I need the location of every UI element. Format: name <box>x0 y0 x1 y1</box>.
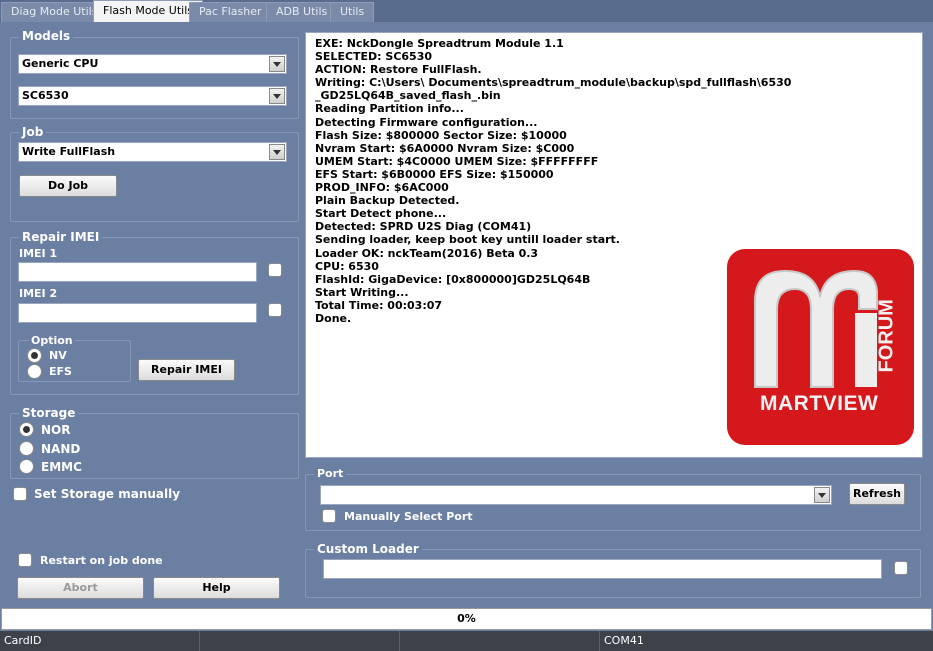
restart-on-job-done-label: Restart on job done <box>40 554 163 567</box>
chevron-down-icon[interactable] <box>269 144 285 160</box>
tab-diag-mode-utils[interactable]: Diag Mode Utils <box>1 2 108 22</box>
log-line: Detected: SPRD U2S Diag (COM41) <box>315 220 532 234</box>
storage-title: Storage <box>19 406 79 420</box>
tab-utils[interactable]: Utils <box>330 2 375 22</box>
status-port: COM41 <box>604 634 644 647</box>
status-bar: CardID COM41 <box>0 631 933 651</box>
log-line: UMEM Start: $4C0000 UMEM Size: $FFFFFFFF <box>315 154 599 168</box>
imei1-label: IMEI 1 <box>19 247 58 260</box>
log-line: EXE: NckDongle Spreadtrum Module 1.1 <box>315 37 564 50</box>
imei2-label: IMEI 2 <box>19 287 58 300</box>
status-card-id: CardID <box>0 631 200 651</box>
cpu-select-value: Generic CPU <box>22 57 99 70</box>
help-button[interactable]: Help <box>153 577 280 599</box>
refresh-button[interactable]: Refresh <box>849 483 905 505</box>
do-job-button[interactable]: Do Job <box>19 175 117 197</box>
log-line: SELECTED: SC6530 <box>315 50 433 64</box>
chevron-down-icon[interactable] <box>269 56 285 72</box>
status-empty-cell <box>200 631 400 651</box>
option-nv-radio[interactable] <box>27 348 42 363</box>
models-group <box>10 37 299 119</box>
repair-imei-title: Repair IMEI <box>19 230 103 244</box>
status-empty-cell <box>400 631 600 651</box>
models-title: Models <box>19 29 74 43</box>
progress-bar: 0% <box>1 608 932 630</box>
manually-select-port-checkbox[interactable] <box>322 509 336 523</box>
imei2-input[interactable] <box>18 303 257 323</box>
job-select-value: Write FullFlash <box>22 145 116 158</box>
log-line: Plain Backup Detected. <box>315 194 460 208</box>
log-line: Writing: C:\Users\ Documents\spreadtrum_… <box>315 76 792 90</box>
option-efs-label: EFS <box>49 365 72 378</box>
custom-loader-checkbox[interactable] <box>894 561 908 575</box>
tab-adb-utils[interactable]: ADB Utils <box>266 2 338 22</box>
storage-nor-radio[interactable] <box>19 422 34 437</box>
logo-brand-text: MARTVIEW <box>760 392 879 415</box>
storage-nand-radio[interactable] <box>19 441 34 456</box>
log-line: Flash Size: $800000 Sector Size: $10000 <box>315 128 567 142</box>
storage-emmc-label: EMMC <box>41 460 82 474</box>
imei1-checkbox[interactable] <box>268 263 282 277</box>
model-select[interactable]: SC6530 <box>18 86 287 106</box>
log-line: Reading Partition info... <box>315 102 464 116</box>
option-title: Option <box>29 334 75 347</box>
tab-bar: Diag Mode Utils Flash Mode Utils Pac Fla… <box>0 0 933 22</box>
log-line: Sending loader, keep boot key untill loa… <box>315 233 620 247</box>
progress-text: 0% <box>457 612 476 625</box>
log-line: _GD25LQ64B_saved_flash_.bin <box>315 89 501 103</box>
set-storage-manually-label: Set Storage manually <box>34 487 181 501</box>
log-line: ACTION: Restore FullFlash. <box>315 63 482 77</box>
custom-loader-input[interactable] <box>323 559 882 579</box>
log-line: Start Detect phone... <box>315 207 447 221</box>
log-line: Nvram Start: $6A0000 Nvram Size: $C000 <box>315 141 575 155</box>
imei2-checkbox[interactable] <box>268 303 282 317</box>
job-title: Job <box>19 125 47 139</box>
chevron-down-icon[interactable] <box>814 487 830 503</box>
cpu-select[interactable]: Generic CPU <box>18 54 287 74</box>
port-select[interactable] <box>320 485 832 505</box>
log-line: PROD_INFO: $6AC000 <box>315 181 449 195</box>
repair-imei-button[interactable]: Repair IMEI <box>138 359 235 381</box>
job-select[interactable]: Write FullFlash <box>18 142 287 162</box>
model-select-value: SC6530 <box>22 89 69 102</box>
logo-side-text: FORUM <box>875 299 898 373</box>
port-title: Port <box>314 467 347 480</box>
log-line: EFS Start: $6B0000 EFS Size: $150000 <box>315 167 554 181</box>
martview-forum-logo: MARTVIEW FORUM <box>727 249 914 445</box>
tab-pac-flasher[interactable]: Pac Flasher <box>189 2 272 22</box>
restart-on-job-done-checkbox[interactable] <box>18 553 32 567</box>
chevron-down-icon[interactable] <box>269 88 285 104</box>
tab-flash-mode-utils[interactable]: Flash Mode Utils <box>93 0 203 22</box>
option-nv-label: NV <box>49 349 67 362</box>
option-efs-radio[interactable] <box>27 364 42 379</box>
storage-nor-label: NOR <box>41 423 71 437</box>
custom-loader-title: Custom Loader <box>314 542 422 556</box>
abort-button[interactable]: Abort <box>17 577 144 599</box>
manually-select-port-label: Manually Select Port <box>344 510 473 523</box>
imei1-input[interactable] <box>18 262 257 282</box>
storage-emmc-radio[interactable] <box>19 459 34 474</box>
set-storage-manually-checkbox[interactable] <box>13 487 27 501</box>
log-line: Detecting Firmware configuration... <box>315 115 538 129</box>
storage-nand-label: NAND <box>41 442 81 456</box>
